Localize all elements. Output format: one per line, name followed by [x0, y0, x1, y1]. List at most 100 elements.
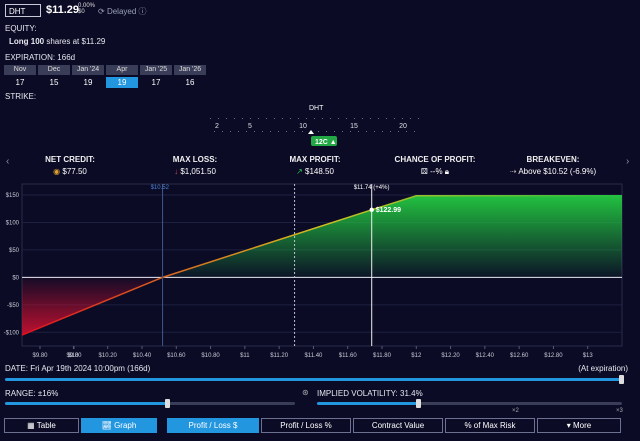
tab-table-label: Table	[36, 421, 56, 430]
x-tick-label: $12.20	[441, 353, 460, 359]
ruler-dot	[358, 131, 359, 132]
net-credit-title: NET CREDIT:	[45, 155, 95, 164]
range-slider[interactable]	[5, 399, 295, 408]
hover-point	[369, 207, 374, 213]
ruler-dot	[390, 131, 391, 132]
expiration-option[interactable]: Jan '25 17	[140, 65, 172, 88]
x-tick-label: $12.80	[544, 353, 563, 359]
expiration-option[interactable]: Jan '24 19	[72, 65, 104, 88]
chance-amount: --%	[430, 167, 443, 176]
y-tick-label: -$100	[4, 330, 20, 336]
expiration-option[interactable]: Dec 15	[38, 65, 70, 88]
ruler-dot	[282, 118, 283, 119]
hover-marker-label: $11.74 (+4%)	[354, 185, 390, 191]
payoff-chart[interactable]: $150$100$50$0-$50-$100$9.80 $9.80$10 $10.2…	[0, 176, 640, 360]
expiration-month: Jan '24	[72, 65, 104, 75]
expiration-day: 16	[185, 78, 195, 87]
iv-slider-handle[interactable]	[416, 399, 421, 408]
ruler-dot	[270, 131, 271, 132]
y-tick-label: $50	[9, 248, 20, 254]
y-tick-label: $0	[12, 275, 19, 281]
breakeven-amount: Above $10.52 (-6.9%)	[518, 167, 597, 176]
breakeven-label: $10.52	[151, 185, 170, 191]
strike-tick-label: 20	[399, 123, 407, 130]
current-price-marker	[308, 130, 314, 134]
tab-graph[interactable]: 📈︎ Graph	[81, 418, 157, 433]
ruler-dot	[382, 131, 383, 132]
expiration-option[interactable]: Jan '26 16	[174, 65, 206, 88]
strike-ruler[interactable]: 2 5 10 15 20 12C ▲	[200, 114, 430, 154]
x-tick-label: $12	[411, 353, 422, 359]
range-slider-handle[interactable]	[165, 399, 170, 408]
expiration-month: Apr	[106, 65, 138, 75]
expiration-month: Jan '26	[174, 65, 206, 75]
tab-contract-value[interactable]: Contract Value	[353, 418, 443, 433]
max-profit-amount: $148.50	[305, 167, 334, 176]
tab-profit-loss-pct[interactable]: Profit / Loss %	[261, 418, 351, 433]
ruler-dot	[322, 118, 323, 119]
ruler-dot	[366, 131, 367, 132]
settings-icon[interactable]: ⊛	[302, 388, 309, 397]
y-tick-label: $100	[6, 220, 20, 226]
ruler-dot	[274, 118, 275, 119]
ruler-dot	[374, 131, 375, 132]
ruler-dot	[238, 131, 239, 132]
expiration-option[interactable]: Apr 19	[106, 65, 138, 88]
tab-pct-max-risk[interactable]: % of Max Risk	[445, 418, 535, 433]
ruler-dot	[330, 118, 331, 119]
expiration-day: 17	[151, 78, 161, 87]
lock-icon[interactable]: 🔒︎	[445, 167, 449, 176]
coin-icon: ◉	[53, 167, 61, 176]
delayed-indicator[interactable]: ⟳ Delayed ⓘ	[98, 6, 147, 17]
equity-detail: shares at $11.29	[46, 37, 106, 46]
expiration-month: Nov	[4, 65, 36, 75]
prev-chevron-icon[interactable]: ‹	[6, 156, 9, 167]
ruler-dot	[362, 118, 363, 119]
x-tick-label: $11.60	[339, 353, 358, 359]
x-tick-label: $10.80	[201, 353, 220, 359]
max-loss-stat: MAX LOSS: ↓ $1,051.50	[150, 155, 240, 176]
ruler-dot	[410, 118, 411, 119]
strike-label: STRIKE:	[5, 92, 37, 101]
help-icon[interactable]: ⓘ	[139, 7, 147, 16]
ruler-dot	[378, 118, 379, 119]
date-slider-handle[interactable]	[619, 375, 624, 384]
ticker-input[interactable]: DHT	[5, 4, 41, 17]
max-profit-title: MAX PROFIT:	[289, 155, 341, 164]
net-credit-amount: $77.50	[62, 167, 87, 176]
tab-table[interactable]: ▦ Table	[4, 418, 79, 433]
iv-row: IMPLIED VOLATILITY: 31.4%	[317, 389, 423, 398]
ruler-dot	[386, 118, 387, 119]
ruler-dot	[314, 118, 315, 119]
iv-label: IMPLIED VOLATILITY:	[317, 389, 398, 398]
ruler-dot	[246, 131, 247, 132]
strike-tick-label: 10	[299, 123, 307, 130]
max-profit-stat: MAX PROFIT: ↗ $148.50	[270, 155, 360, 176]
view-tabbar: ▦ Table 📈︎ Graph Profit / Loss $ Profit …	[0, 418, 640, 435]
max-loss-amount: $1,051.50	[180, 167, 216, 176]
breakeven-stat: BREAKEVEN: ⇢ Above $10.52 (-6.9%)	[498, 155, 608, 176]
equity-position: Long 100 shares at $11.29	[9, 37, 105, 46]
table-icon: ▦	[27, 421, 35, 430]
next-chevron-icon[interactable]: ›	[626, 156, 629, 167]
delayed-label: Delayed	[106, 7, 137, 16]
expiration-option[interactable]: Nov 17	[4, 65, 36, 88]
tab-profit-loss-usd[interactable]: Profit / Loss $	[167, 418, 259, 433]
max-loss-title: MAX LOSS:	[172, 155, 218, 164]
tab-more[interactable]: ▾ More	[537, 418, 621, 433]
net-credit-value: ◉ $77.50	[30, 167, 110, 176]
date-slider[interactable]	[5, 375, 624, 384]
iv-slider-fill	[317, 402, 418, 405]
ruler-dot	[286, 131, 287, 132]
range-value: ±16%	[37, 389, 59, 398]
x-tick-label: $10.40	[133, 353, 152, 359]
ruler-dot	[338, 118, 339, 119]
range-slider-track	[167, 402, 295, 405]
breakeven-title: BREAKEVEN:	[526, 155, 580, 164]
iv-slider[interactable]	[317, 399, 622, 408]
x-tick-label: $13	[583, 353, 594, 359]
strike-tick-label: 5	[248, 123, 252, 130]
iv-tick-x2: ×2	[512, 408, 519, 414]
ruler-dot	[294, 131, 295, 132]
ruler-dot	[402, 118, 403, 119]
